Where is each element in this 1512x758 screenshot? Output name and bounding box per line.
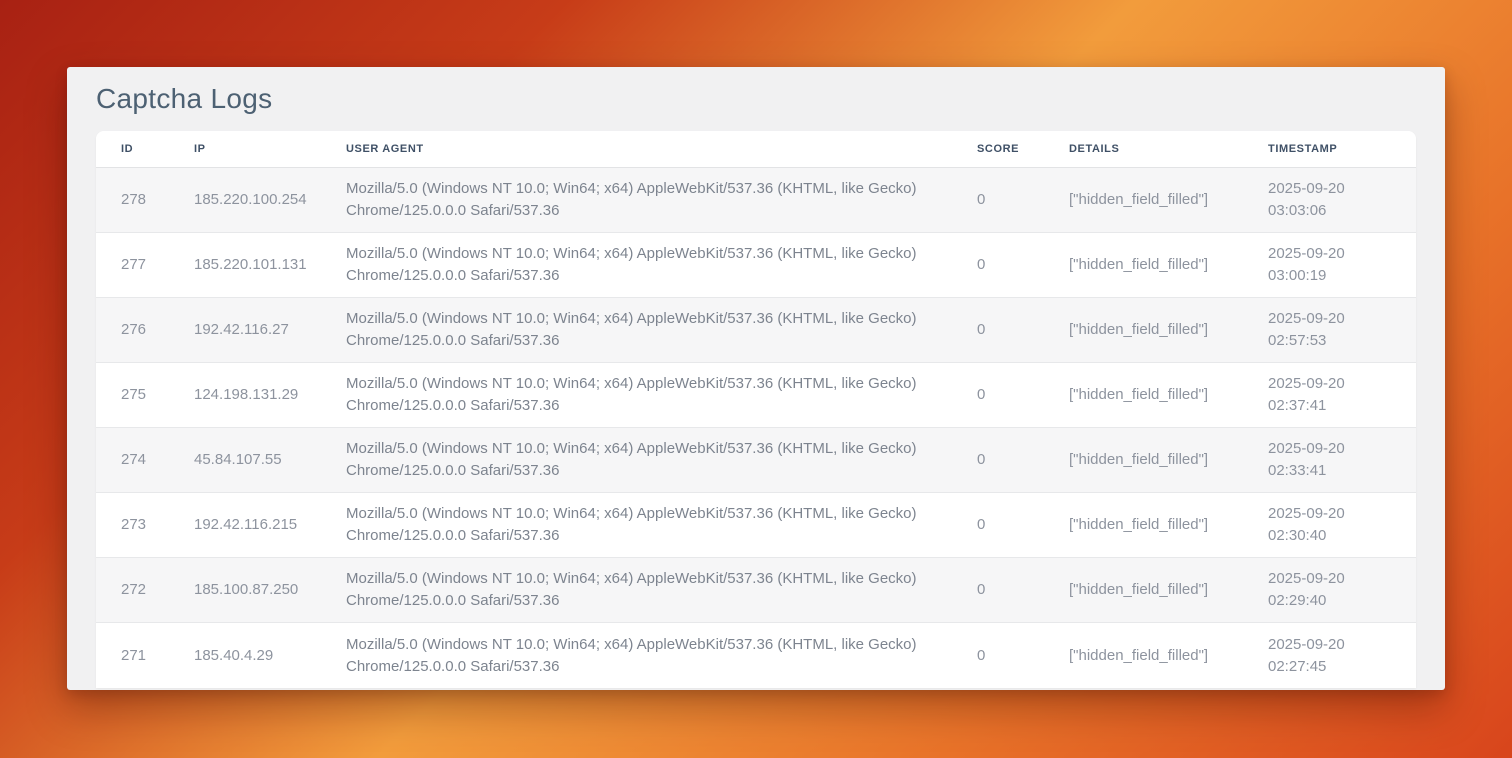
table-row: 271 185.40.4.29 Mozilla/5.0 (Windows NT … xyxy=(96,623,1416,688)
cell-details: ["hidden_field_filled"] xyxy=(1069,645,1268,667)
cell-user-agent: Mozilla/5.0 (Windows NT 10.0; Win64; x64… xyxy=(346,243,977,287)
cell-timestamp: 2025-09-20 02:27:45 xyxy=(1268,634,1416,678)
table-row: 272 185.100.87.250 Mozilla/5.0 (Windows … xyxy=(96,558,1416,623)
cell-score: 0 xyxy=(977,449,1069,471)
logs-table: ID IP USER AGENT SCORE DETAILS TIMESTAMP… xyxy=(96,131,1416,688)
cell-score: 0 xyxy=(977,514,1069,536)
cell-user-agent: Mozilla/5.0 (Windows NT 10.0; Win64; x64… xyxy=(346,568,977,612)
cell-id: 275 xyxy=(96,384,194,406)
table-header-row: ID IP USER AGENT SCORE DETAILS TIMESTAMP xyxy=(96,131,1416,168)
cell-timestamp: 2025-09-20 02:57:53 xyxy=(1268,308,1416,352)
cell-timestamp: 2025-09-20 02:33:41 xyxy=(1268,438,1416,482)
cell-id: 276 xyxy=(96,319,194,341)
cell-id: 277 xyxy=(96,254,194,276)
cell-details: ["hidden_field_filled"] xyxy=(1069,384,1268,406)
cell-ip: 192.42.116.215 xyxy=(194,514,346,536)
table-row: 273 192.42.116.215 Mozilla/5.0 (Windows … xyxy=(96,493,1416,558)
cell-user-agent: Mozilla/5.0 (Windows NT 10.0; Win64; x64… xyxy=(346,373,977,417)
cell-timestamp: 2025-09-20 02:37:41 xyxy=(1268,373,1416,417)
timestamp-time: 02:29:40 xyxy=(1268,590,1404,612)
page-title: Captcha Logs xyxy=(96,82,1416,116)
column-header-id: ID xyxy=(96,143,194,155)
cell-score: 0 xyxy=(977,319,1069,341)
cell-ip: 124.198.131.29 xyxy=(194,384,346,406)
timestamp-time: 02:37:41 xyxy=(1268,395,1404,417)
column-header-details: DETAILS xyxy=(1069,143,1268,155)
timestamp-date: 2025-09-20 xyxy=(1268,634,1404,656)
cell-timestamp: 2025-09-20 02:29:40 xyxy=(1268,568,1416,612)
cell-score: 0 xyxy=(977,579,1069,601)
timestamp-date: 2025-09-20 xyxy=(1268,308,1404,330)
cell-user-agent: Mozilla/5.0 (Windows NT 10.0; Win64; x64… xyxy=(346,308,977,352)
timestamp-date: 2025-09-20 xyxy=(1268,373,1404,395)
cell-details: ["hidden_field_filled"] xyxy=(1069,254,1268,276)
column-header-ip: IP xyxy=(194,143,346,155)
table-row: 276 192.42.116.27 Mozilla/5.0 (Windows N… xyxy=(96,298,1416,363)
cell-timestamp: 2025-09-20 02:30:40 xyxy=(1268,503,1416,547)
captcha-logs-card: Captcha Logs ID IP USER AGENT SCORE DETA… xyxy=(67,67,1445,690)
cell-ip: 45.84.107.55 xyxy=(194,449,346,471)
cell-ip: 185.220.101.131 xyxy=(194,254,346,276)
cell-score: 0 xyxy=(977,189,1069,211)
cell-score: 0 xyxy=(977,384,1069,406)
cell-timestamp: 2025-09-20 03:03:06 xyxy=(1268,178,1416,222)
timestamp-time: 02:57:53 xyxy=(1268,330,1404,352)
column-header-score: SCORE xyxy=(977,143,1069,155)
cell-details: ["hidden_field_filled"] xyxy=(1069,449,1268,471)
cell-user-agent: Mozilla/5.0 (Windows NT 10.0; Win64; x64… xyxy=(346,178,977,222)
table-row: 274 45.84.107.55 Mozilla/5.0 (Windows NT… xyxy=(96,428,1416,493)
column-header-user-agent: USER AGENT xyxy=(346,143,977,155)
cell-id: 271 xyxy=(96,645,194,667)
cell-details: ["hidden_field_filled"] xyxy=(1069,189,1268,211)
timestamp-date: 2025-09-20 xyxy=(1268,243,1404,265)
timestamp-date: 2025-09-20 xyxy=(1268,178,1404,200)
cell-ip: 185.40.4.29 xyxy=(194,645,346,667)
timestamp-time: 02:33:41 xyxy=(1268,460,1404,482)
cell-id: 274 xyxy=(96,449,194,471)
cell-id: 273 xyxy=(96,514,194,536)
table-row: 275 124.198.131.29 Mozilla/5.0 (Windows … xyxy=(96,363,1416,428)
timestamp-time: 02:27:45 xyxy=(1268,656,1404,678)
cell-ip: 185.220.100.254 xyxy=(194,189,346,211)
cell-details: ["hidden_field_filled"] xyxy=(1069,319,1268,341)
cell-ip: 192.42.116.27 xyxy=(194,319,346,341)
timestamp-date: 2025-09-20 xyxy=(1268,503,1404,525)
column-header-timestamp: TIMESTAMP xyxy=(1268,143,1416,155)
timestamp-date: 2025-09-20 xyxy=(1268,438,1404,460)
cell-details: ["hidden_field_filled"] xyxy=(1069,579,1268,601)
cell-ip: 185.100.87.250 xyxy=(194,579,346,601)
timestamp-time: 03:03:06 xyxy=(1268,200,1404,222)
cell-user-agent: Mozilla/5.0 (Windows NT 10.0; Win64; x64… xyxy=(346,634,977,678)
cell-details: ["hidden_field_filled"] xyxy=(1069,514,1268,536)
cell-id: 278 xyxy=(96,189,194,211)
cell-user-agent: Mozilla/5.0 (Windows NT 10.0; Win64; x64… xyxy=(346,503,977,547)
table-row: 277 185.220.101.131 Mozilla/5.0 (Windows… xyxy=(96,233,1416,298)
cell-id: 272 xyxy=(96,579,194,601)
timestamp-time: 02:30:40 xyxy=(1268,525,1404,547)
cell-score: 0 xyxy=(977,645,1069,667)
cell-score: 0 xyxy=(977,254,1069,276)
timestamp-date: 2025-09-20 xyxy=(1268,568,1404,590)
cell-timestamp: 2025-09-20 03:00:19 xyxy=(1268,243,1416,287)
timestamp-time: 03:00:19 xyxy=(1268,265,1404,287)
table-body: 278 185.220.100.254 Mozilla/5.0 (Windows… xyxy=(96,168,1416,688)
cell-user-agent: Mozilla/5.0 (Windows NT 10.0; Win64; x64… xyxy=(346,438,977,482)
table-row: 278 185.220.100.254 Mozilla/5.0 (Windows… xyxy=(96,168,1416,233)
